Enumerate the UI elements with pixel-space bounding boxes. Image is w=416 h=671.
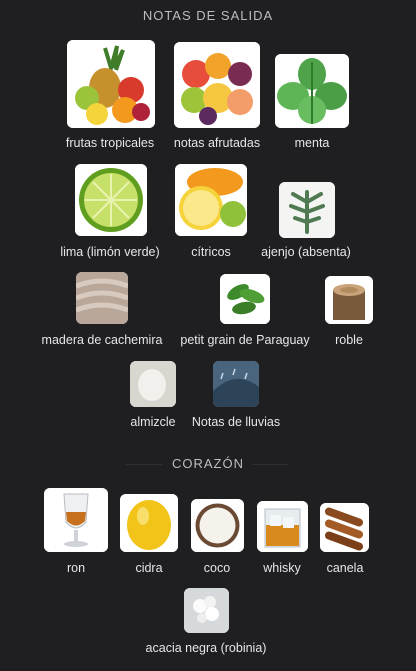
musk-icon[interactable] [130,361,176,407]
petitgrain-icon[interactable] [220,274,270,324]
citrus-icon[interactable] [175,164,247,236]
item-label: lima (limón verde) [60,245,160,259]
cinnamon-icon[interactable] [320,503,369,552]
coconut-icon[interactable] [191,499,244,552]
citron-icon[interactable] [120,494,178,552]
fruity-notes-icon[interactable] [174,42,260,128]
item-label: Notas de lluvias [191,415,281,429]
lime-icon[interactable] [75,164,147,236]
item-label: ajenjo (absenta) [261,245,351,259]
section-title-text: CORAZÓN [172,456,244,471]
item-label: frutas tropicales [65,136,155,150]
item-label: petit grain de Paraguay [180,333,310,347]
divider [252,464,288,465]
item-label: coco [203,561,231,575]
item-label: cidra [135,561,163,575]
item-label: ron [66,561,86,575]
section-title-text: NOTAS DE SALIDA [142,8,274,23]
cashmere-wood-icon[interactable] [76,272,128,324]
tropical-fruits-icon[interactable] [67,40,155,128]
item-label: madera de cachemira [41,333,163,347]
item-label: whisky [263,561,301,575]
section-title-notas-de-salida: NOTAS DE SALIDA [0,8,416,23]
rum-icon[interactable] [44,488,108,552]
item-label: notas afrutadas [173,136,261,150]
item-label: cítricos [191,245,231,259]
item-label: canela [326,561,364,575]
wormwood-icon[interactable] [279,182,335,238]
item-label: almizcle [130,415,176,429]
divider [126,464,162,465]
item-label: roble [335,333,363,347]
oak-icon[interactable] [325,276,373,324]
whisky-icon[interactable] [257,501,308,552]
item-label: menta [294,136,330,150]
mint-icon[interactable] [275,54,349,128]
item-label: acacia negra (robinia) [145,641,267,655]
robinia-icon[interactable] [184,588,229,633]
rain-icon[interactable] [213,361,259,407]
section-title-corazon: CORAZÓN [0,456,416,471]
